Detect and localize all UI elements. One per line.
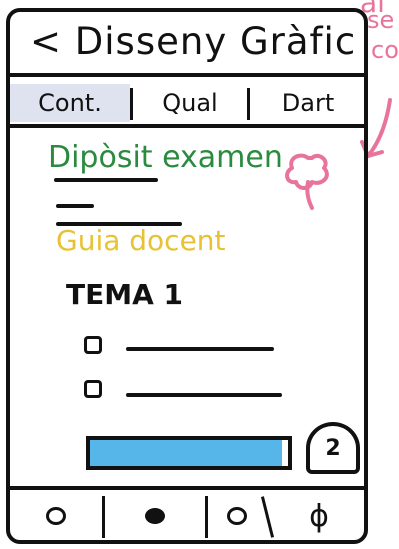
link-underline: [54, 178, 158, 182]
bottom-nav-item-1[interactable]: [10, 490, 102, 542]
header-divider: [8, 73, 368, 77]
progress-fill: [90, 440, 283, 466]
bottom-nav-item-3[interactable]: [208, 490, 266, 542]
list-item-line: [126, 347, 274, 351]
exam-submission-link[interactable]: Dipòsit examen: [48, 140, 283, 175]
flower-icon: [285, 153, 329, 210]
tab-quality[interactable]: Qual: [133, 84, 247, 122]
notification-badge[interactable]: 2: [306, 422, 360, 474]
back-button[interactable]: <: [30, 20, 62, 63]
progress-bar: [86, 436, 292, 470]
page-title: Disseny Gràfic: [74, 20, 357, 63]
tab-divider: [8, 124, 368, 128]
annotation-text-3: co: [371, 36, 399, 64]
section-title: TEMA 1: [66, 278, 183, 311]
annotation-text-2: se: [367, 6, 395, 34]
circle-outline-icon: [46, 507, 66, 525]
circle-outline-icon: [227, 507, 247, 525]
tab-content[interactable]: Cont.: [10, 84, 130, 122]
list-item-line: [126, 393, 282, 397]
tab-bar: Cont. Qual Dart: [10, 84, 366, 122]
phi-icon[interactable]: ϕ: [272, 490, 366, 542]
checkbox[interactable]: [84, 336, 102, 354]
circle-filled-icon: [145, 508, 165, 524]
header: < Disseny Gràfic: [30, 20, 356, 63]
text-placeholder-line: [56, 204, 94, 208]
teaching-guide-link[interactable]: Guia docent: [56, 224, 226, 257]
tab-dart[interactable]: Dart: [250, 84, 366, 122]
bottom-nav: ϕ: [10, 490, 366, 542]
bottom-nav-item-2[interactable]: [105, 490, 205, 542]
checkbox[interactable]: [84, 380, 102, 398]
